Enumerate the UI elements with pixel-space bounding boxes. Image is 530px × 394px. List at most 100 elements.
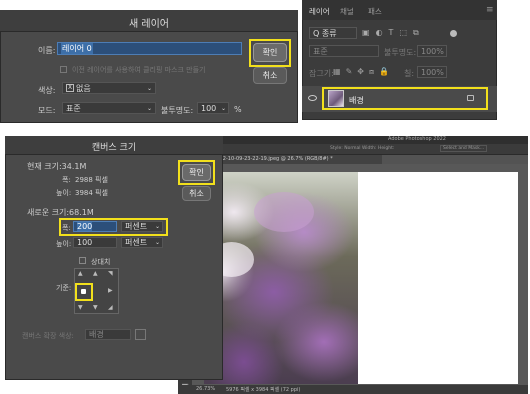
chevron-down-icon: ⌄ (146, 84, 152, 92)
name-label: 이름: (38, 46, 56, 55)
layer-name-value: 레이어 0 (61, 43, 93, 54)
opacity-input[interactable]: 100 ⌄ (197, 102, 229, 114)
arrow-right-icon[interactable]: ▶ (108, 287, 113, 294)
select-and-mask-button[interactable]: Select and Mask... (440, 145, 488, 152)
lock-label: 잠그기: (309, 69, 334, 78)
canvas-extension (358, 172, 518, 384)
ext-color-select[interactable]: 배경 (85, 329, 131, 340)
filter-kind-select[interactable]: Q 종류 (309, 27, 357, 39)
color-label: 색상: (38, 86, 56, 95)
lock-artboard-icon[interactable]: ⧈ (369, 67, 374, 77)
new-height-value: 100 (77, 238, 93, 247)
lock-icon (467, 95, 474, 101)
new-height-input[interactable]: 100 (73, 237, 117, 248)
new-width-label: 폭: (62, 224, 71, 232)
fill-input[interactable]: 100% (417, 66, 447, 78)
new-width-input[interactable]: 200 (73, 221, 117, 232)
blend-mode-select[interactable]: 표준 (309, 45, 379, 57)
new-layer-title: 새 레이어 (129, 19, 169, 30)
height-unit-select[interactable]: 퍼센트 ⌄ (121, 237, 163, 248)
lock-transparent-icon[interactable]: ▦ (333, 67, 341, 77)
canvas-ok-button[interactable]: 확인 (182, 164, 211, 181)
fill-label: 칠: (404, 69, 415, 78)
cancel-button[interactable]: 취소 (253, 67, 287, 84)
arrow-up-right-icon[interactable]: ◥ (108, 270, 113, 277)
color-select[interactable]: X 없음 ⌄ (62, 82, 156, 94)
ok-button[interactable]: 확인 (253, 43, 287, 62)
eye-icon[interactable] (308, 95, 317, 101)
chevron-down-icon: ⌄ (154, 239, 160, 246)
layer-opacity-label: 불투명도: (384, 48, 417, 57)
document-info: 5976 픽셀 x 3984 픽셀 (72 ppi) (226, 387, 301, 393)
new-height-label: 높이: (56, 240, 72, 248)
smart-object-filter-icon[interactable]: ⧉ (413, 28, 419, 38)
mode-select[interactable]: 표준 ⌄ (62, 102, 156, 114)
adjustment-filter-icon[interactable]: ◐ (376, 28, 383, 38)
layer-thumbnail (328, 90, 344, 107)
arrow-down-icon[interactable]: ▼ (78, 304, 83, 311)
chevron-down-icon: ⌄ (146, 104, 152, 112)
blend-mode-value: 표준 (313, 46, 328, 56)
arrow-down-icon[interactable]: ▼ (93, 304, 98, 311)
filter-kind-value: Q 종류 (313, 28, 337, 38)
anchor-dot-icon[interactable] (81, 289, 86, 294)
panel-menu-icon[interactable]: ≡ (486, 5, 494, 15)
filter-icons: ▣ ◐ T ⬚ ⧉ (362, 28, 419, 38)
tab-layers[interactable]: 레이어 (309, 6, 330, 17)
pixel-filter-icon[interactable]: ▣ (362, 28, 370, 38)
layer-opacity-input[interactable]: 100% (417, 45, 447, 57)
canvas-size-title: 캔버스 크기 (91, 143, 137, 153)
canvas-cancel-button[interactable]: 취소 (182, 186, 211, 201)
current-height-label: 높이: (56, 189, 72, 197)
arrow-up-icon[interactable]: ▲ (78, 270, 83, 277)
current-width-label: 폭: (62, 176, 71, 184)
lock-icons: ▦ ✎ ✥ ⧈ 🔒 (333, 67, 389, 77)
relative-checkbox[interactable] (79, 257, 86, 264)
tab-paths[interactable]: 패스 (368, 6, 382, 17)
lock-move-icon[interactable]: ✥ (357, 67, 364, 77)
current-size-label: 현재 크기:34.1M (27, 162, 87, 171)
new-width-value: 200 (77, 222, 93, 231)
opacity-label: 불투명도: (161, 106, 194, 115)
fill-value: 100% (421, 67, 444, 77)
layer-row-highlight (322, 87, 488, 110)
mode-value: 표준 (66, 103, 81, 113)
width-unit-value: 퍼센트 (125, 222, 148, 231)
arrow-down-right-icon[interactable]: ◢ (108, 304, 113, 311)
current-height-value: 3984 픽셀 (75, 189, 108, 197)
width-unit-select[interactable]: 퍼센트 ⌄ (121, 221, 163, 232)
height-unit-value: 퍼센트 (125, 238, 148, 247)
canvas-photo (204, 172, 358, 384)
layer-name: 배경 (349, 96, 364, 105)
zoom-level[interactable]: 26.73% (196, 386, 215, 392)
ext-color-value: 배경 (89, 330, 104, 339)
app-title: Adobe Photoshop 2022 (388, 136, 446, 142)
anchor-label: 기준: (56, 284, 72, 292)
ext-color-label: 캔버스 확장 색상: (22, 332, 74, 340)
mode-label: 모드: (38, 106, 56, 115)
layer-opacity-value: 100% (421, 46, 444, 56)
no-color-icon: X (66, 84, 74, 92)
clip-mask-label: 이전 레이어를 사용하여 클리핑 마스크 만들기 (72, 66, 206, 74)
clip-mask-checkbox[interactable] (60, 66, 67, 73)
ps-title-bar (178, 136, 528, 144)
new-size-label: 새로운 크기:68.1M (27, 208, 94, 217)
opacity-unit: % (234, 105, 242, 114)
layer-name-input[interactable]: 레이어 0 (57, 42, 242, 55)
layers-tab-bar (302, 0, 497, 20)
filter-toggle-icon[interactable] (450, 30, 457, 37)
type-filter-icon[interactable]: T (389, 28, 394, 38)
chevron-down-icon: ⌄ (154, 223, 160, 230)
lock-brush-icon[interactable]: ✎ (346, 67, 353, 77)
opacity-value: 100 (201, 103, 217, 113)
lock-all-icon[interactable]: 🔒 (379, 67, 389, 77)
shape-filter-icon[interactable]: ⬚ (399, 28, 407, 38)
arrow-up-icon[interactable]: ▲ (93, 270, 98, 277)
ext-color-swatch[interactable] (135, 329, 146, 340)
color-value: 없음 (76, 83, 91, 93)
options-bar-text: Style: Normal Width: Height: (330, 146, 395, 151)
flower-petals (254, 192, 314, 232)
tab-channels[interactable]: 채널 (340, 6, 354, 17)
chevron-down-icon: ⌄ (220, 104, 226, 112)
relative-label: 상대치 (91, 258, 111, 266)
